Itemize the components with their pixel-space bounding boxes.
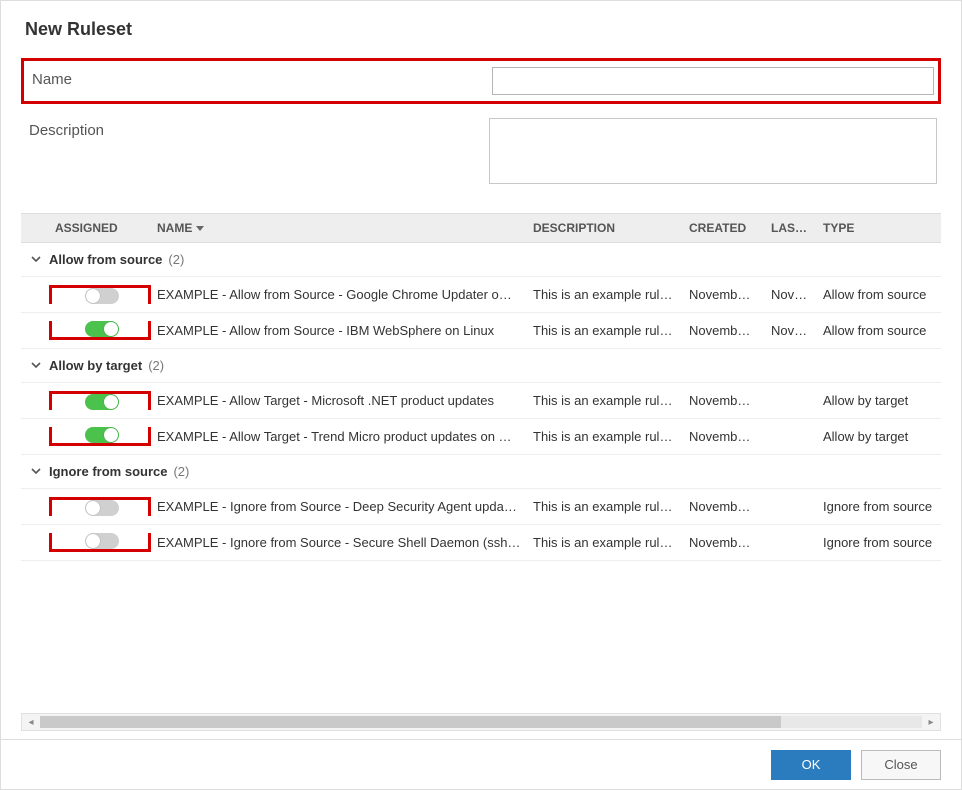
group-row[interactable]: Ignore from source (2) [21,455,941,489]
table-row[interactable]: EXAMPLE - Allow Target - Trend Micro pro… [21,419,941,455]
chevron-down-icon [27,358,45,373]
table-header: ASSIGNED NAME DESCRIPTION CREATED LAS… T… [21,213,941,243]
description-field-row: Description [21,112,941,193]
rule-description: This is an example rule. … [527,499,683,514]
rule-created: Novemb… [683,393,765,408]
group-label: Allow by target [49,358,142,373]
description-label: Description [29,118,489,139]
scroll-right-icon[interactable]: ▸ [924,715,938,729]
name-input[interactable] [492,67,934,95]
rule-type: Allow by target [817,393,941,408]
rule-created: Novemb… [683,323,765,338]
rule-created: Novemb… [683,287,765,302]
table-row[interactable]: EXAMPLE - Allow Target - Microsoft .NET … [21,383,941,419]
rule-type: Allow from source [817,323,941,338]
scroll-track[interactable] [40,716,922,728]
assigned-cell [49,497,151,516]
rule-name: EXAMPLE - Ignore from Source - Secure Sh… [151,535,527,550]
assigned-cell [49,321,151,340]
rule-created: Novemb… [683,429,765,444]
dialog-footer: OK Close [1,739,961,789]
rule-type: Allow from source [817,287,941,302]
rule-description: This is an example rule. … [527,429,683,444]
name-field-row: Name [21,58,941,104]
assigned-toggle[interactable] [85,394,119,410]
assigned-cell [49,533,151,552]
description-input[interactable] [489,118,937,184]
rule-type: Allow by target [817,429,941,444]
assigned-toggle[interactable] [85,533,119,549]
col-header-name[interactable]: NAME [151,221,527,235]
scroll-thumb[interactable] [40,716,781,728]
col-header-created[interactable]: CREATED [683,221,765,235]
rule-last: Nov… [765,323,817,338]
assigned-toggle[interactable] [85,288,119,304]
col-header-type[interactable]: TYPE [817,221,941,235]
rule-name: EXAMPLE - Ignore from Source - Deep Secu… [151,499,527,514]
assigned-cell [49,391,151,410]
rule-description: This is an example rule. … [527,287,683,302]
rule-name: EXAMPLE - Allow Target - Trend Micro pro… [151,429,527,444]
group-label: Ignore from source [49,464,167,479]
rule-description: This is an example rule. … [527,393,683,408]
group-row[interactable]: Allow from source (2) [21,243,941,277]
rule-name: EXAMPLE - Allow from Source - Google Chr… [151,287,527,302]
sort-descending-icon [196,226,204,231]
assigned-toggle[interactable] [85,321,119,337]
col-header-last[interactable]: LAS… [765,221,817,235]
table-row[interactable]: EXAMPLE - Ignore from Source - Deep Secu… [21,489,941,525]
scroll-left-icon[interactable]: ◂ [24,715,38,729]
rule-last: Nov… [765,287,817,302]
table-row[interactable]: EXAMPLE - Ignore from Source - Secure Sh… [21,525,941,561]
rule-type: Ignore from source [817,499,941,514]
chevron-down-icon [27,252,45,267]
table-row[interactable]: EXAMPLE - Allow from Source - IBM WebSph… [21,313,941,349]
rule-name: EXAMPLE - Allow Target - Microsoft .NET … [151,393,527,408]
name-label: Name [32,67,492,88]
rule-name: EXAMPLE - Allow from Source - IBM WebSph… [151,323,527,338]
close-button[interactable]: Close [861,750,941,780]
rule-description: This is an example rule. … [527,535,683,550]
group-row[interactable]: Allow by target (2) [21,349,941,383]
table-row[interactable]: EXAMPLE - Allow from Source - Google Chr… [21,277,941,313]
assigned-toggle[interactable] [85,427,119,443]
group-count: (2) [173,464,189,479]
chevron-down-icon [27,464,45,479]
col-header-description[interactable]: DESCRIPTION [527,221,683,235]
dialog-header: New Ruleset [1,1,961,50]
rule-description: This is an example rule. … [527,323,683,338]
page-title: New Ruleset [25,19,937,40]
rule-created: Novemb… [683,535,765,550]
col-header-assigned[interactable]: ASSIGNED [49,221,151,235]
assigned-toggle[interactable] [85,500,119,516]
assigned-cell [49,285,151,304]
assigned-cell [49,427,151,446]
ok-button[interactable]: OK [771,750,851,780]
rule-created: Novemb… [683,499,765,514]
group-label: Allow from source [49,252,162,267]
rule-type: Ignore from source [817,535,941,550]
form-area: Name Description [1,50,961,213]
group-count: (2) [168,252,184,267]
horizontal-scrollbar[interactable]: ◂ ▸ [21,713,941,731]
rules-table: ASSIGNED NAME DESCRIPTION CREATED LAS… T… [1,213,961,561]
group-count: (2) [148,358,164,373]
